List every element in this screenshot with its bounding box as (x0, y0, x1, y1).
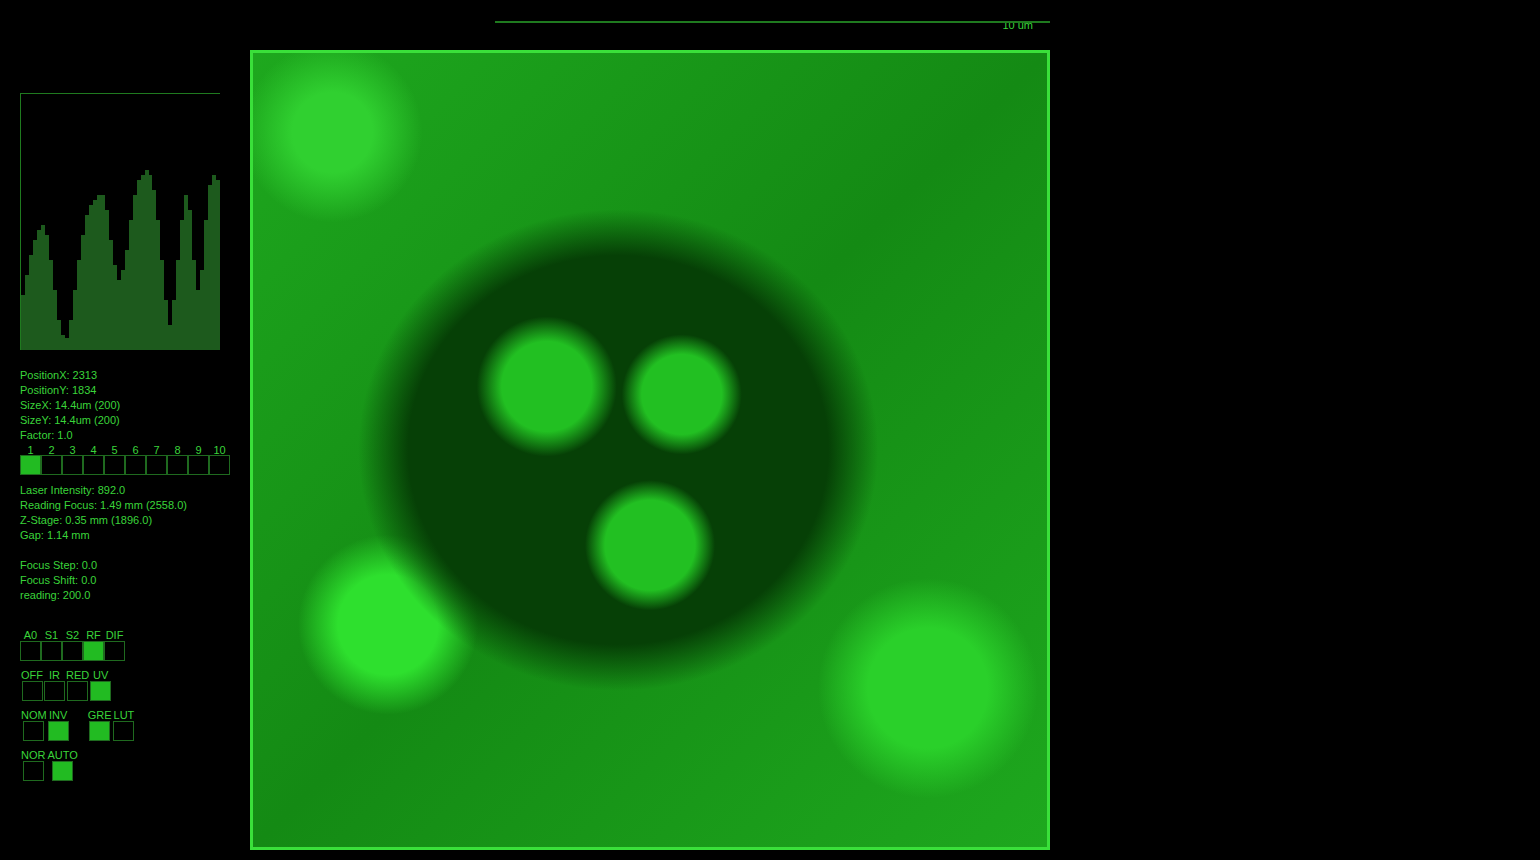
slot-box[interactable] (104, 455, 125, 475)
toggle-option[interactable]: RF (83, 629, 104, 661)
toggle-option[interactable]: LUT (113, 709, 136, 741)
info-line: Laser Intensity: 892.0 (20, 483, 250, 498)
scale-label: 10 um (1002, 0, 1050, 21)
info-line: SizeY: 14.4um (200) (20, 413, 250, 428)
slot[interactable]: 1 (20, 443, 41, 475)
histogram (20, 93, 220, 350)
slot-box[interactable] (41, 455, 62, 475)
slot[interactable]: 7 (146, 443, 167, 475)
toggle-group: NORAUTO (20, 749, 79, 781)
toggle-option[interactable]: S2 (62, 629, 83, 661)
slot-box[interactable] (125, 455, 146, 475)
toggle-group: A0S1S2RFDIF (20, 629, 125, 661)
toggle-row: A0S1S2RFDIF (20, 629, 250, 661)
toggle-option[interactable]: INV (48, 709, 69, 741)
info-line: Focus Shift: 0.0 (20, 573, 250, 588)
toggle-box[interactable] (104, 641, 125, 661)
toggle-box[interactable] (23, 721, 44, 741)
toggle-box[interactable] (44, 681, 65, 701)
toggle-group: OFFIRREDUV (20, 669, 111, 701)
scale-line (495, 21, 1050, 23)
slot-box[interactable] (62, 455, 83, 475)
image-column: 10 um (250, 0, 1050, 860)
toggle-box[interactable] (83, 641, 104, 661)
info-line: Reading Focus: 1.49 mm (2558.0) (20, 498, 250, 513)
toggle-option[interactable]: NOM (20, 709, 48, 741)
toggle-option[interactable]: RED (65, 669, 90, 701)
slot-box[interactable] (188, 455, 209, 475)
toggle-row: NOMINV GRELUT (20, 709, 250, 741)
slot[interactable]: 4 (83, 443, 104, 475)
toggle-box[interactable] (89, 721, 110, 741)
slot[interactable]: 5 (104, 443, 125, 475)
toggle-option[interactable]: IR (44, 669, 65, 701)
slot[interactable]: 3 (62, 443, 83, 475)
toggle-option[interactable]: S1 (41, 629, 62, 661)
slot[interactable]: 10 (209, 443, 230, 475)
slot-box[interactable] (20, 455, 41, 475)
info-line: Factor: 1.0 (20, 428, 250, 443)
slot[interactable]: 2 (41, 443, 62, 475)
toggle-box[interactable] (62, 641, 83, 661)
toggle-option[interactable]: A0 (20, 629, 41, 661)
info-line: PositionY: 1834 (20, 383, 250, 398)
microscope-viewer: PositionX: 2313PositionY: 1834SizeX: 14.… (0, 0, 1540, 860)
slot[interactable]: 9 (188, 443, 209, 475)
toggle-row: NORAUTO (20, 749, 250, 781)
toggle-option[interactable]: GRE (87, 709, 113, 741)
info-block: Laser Intensity: 892.0Reading Focus: 1.4… (20, 483, 250, 543)
toggle-box[interactable] (48, 721, 69, 741)
slot-box[interactable] (167, 455, 188, 475)
toggle-box[interactable] (41, 641, 62, 661)
toggle-option[interactable]: DIF (104, 629, 125, 661)
toggle-box[interactable] (23, 761, 44, 781)
info-block: PositionX: 2313PositionY: 1834SizeX: 14.… (20, 368, 250, 443)
toggle-group: NOMINV (20, 709, 69, 741)
info-line: Z-Stage: 0.35 mm (1896.0) (20, 513, 250, 528)
toggle-box[interactable] (113, 721, 134, 741)
toggle-option[interactable]: NOR (20, 749, 46, 781)
info-line: Focus Step: 0.0 (20, 558, 250, 573)
toggle-option[interactable]: UV (90, 669, 111, 701)
toggle-box[interactable] (20, 641, 41, 661)
side-panel: PositionX: 2313PositionY: 1834SizeX: 14.… (0, 0, 250, 860)
histogram-bar (216, 180, 220, 350)
toggle-option[interactable]: OFF (20, 669, 44, 701)
toggle-box[interactable] (22, 681, 43, 701)
info-line: PositionX: 2313 (20, 368, 250, 383)
toggle-row: OFFIRREDUV (20, 669, 250, 701)
slot-box[interactable] (209, 455, 230, 475)
slot-box[interactable] (146, 455, 167, 475)
info-line: SizeX: 14.4um (200) (20, 398, 250, 413)
microscope-image[interactable] (250, 50, 1050, 850)
toggle-option[interactable]: AUTO (46, 749, 78, 781)
slot-box[interactable] (83, 455, 104, 475)
info-block: Focus Step: 0.0Focus Shift: 0.0reading: … (20, 558, 250, 603)
toggle-area: A0S1S2RFDIFOFFIRREDUVNOMINVGRELUTNORAUTO (20, 629, 250, 781)
toggle-box[interactable] (90, 681, 111, 701)
info-line: reading: 200.0 (20, 588, 250, 603)
slot[interactable]: 8 (167, 443, 188, 475)
slot-selector: 12345678910 (20, 443, 250, 475)
toggle-box[interactable] (67, 681, 88, 701)
slot[interactable]: 6 (125, 443, 146, 475)
scale-bar: 10 um (250, 0, 1050, 50)
toggle-box[interactable] (52, 761, 73, 781)
toggle-group: GRELUT (87, 709, 136, 741)
info-line: Gap: 1.14 mm (20, 528, 250, 543)
